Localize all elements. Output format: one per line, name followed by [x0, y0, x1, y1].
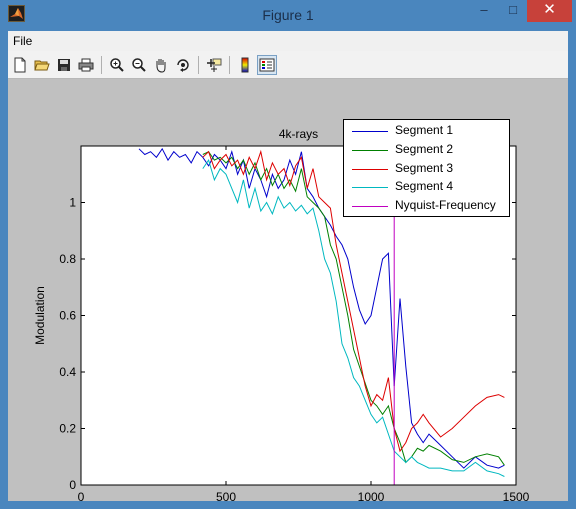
close-button[interactable]: ✕ [527, 0, 572, 22]
y-tick-label: 0.2 [59, 422, 76, 436]
legend-line-segment-1 [352, 131, 388, 132]
legend-line-segment-2 [352, 150, 388, 151]
x-tick-label: 0 [78, 490, 85, 501]
toolbar-separator [229, 56, 230, 74]
colorbar-icon[interactable] [235, 55, 255, 75]
menu-bar: File [8, 31, 568, 51]
zoom-in-icon[interactable] [107, 55, 127, 75]
toolbar-separator [198, 56, 199, 74]
figure-window: Figure 1 – □ ✕ File 0 500 1000 1500 0 0.… [0, 0, 576, 509]
legend-item: Segment 2 [344, 141, 509, 159]
legend-label: Segment 2 [395, 142, 454, 156]
legend-line-segment-3 [352, 169, 388, 170]
chart-legend[interactable]: Segment 1 Segment 2 Segment 3 Segment 4 … [343, 119, 510, 217]
legend-item: Segment 1 [344, 122, 509, 140]
x-tick-label: 1000 [358, 490, 385, 501]
open-file-icon[interactable] [32, 55, 52, 75]
legend-item: Segment 4 [344, 178, 509, 196]
y-tick-label: 0.4 [59, 365, 76, 379]
zoom-out-icon[interactable] [129, 55, 149, 75]
print-icon[interactable] [76, 55, 96, 75]
legend-icon[interactable] [257, 55, 277, 75]
rotate-3d-icon[interactable] [173, 55, 193, 75]
pan-icon[interactable] [151, 55, 171, 75]
legend-line-nyquist-frequency [352, 206, 388, 207]
figure-canvas: 05001000150000.20.40.60.814k-raysResolut… [8, 79, 568, 501]
chart-title: 4k-rays [279, 127, 318, 141]
figure-client-area: File 0 500 1000 1500 0 0.2 0.4 0.6 0.8 1… [8, 31, 568, 501]
menu-file[interactable]: File [13, 34, 32, 48]
legend-item: Nyquist-Frequency [344, 197, 509, 215]
data-cursor-icon[interactable] [204, 55, 224, 75]
legend-item: Segment 3 [344, 160, 509, 178]
legend-line-segment-4 [352, 187, 388, 188]
x-tick-label: 1500 [503, 490, 530, 501]
y-tick-label: 0.8 [59, 252, 76, 266]
new-figure-icon[interactable] [10, 55, 30, 75]
y-tick-label: 1 [69, 196, 76, 210]
x-tick-label: 500 [216, 490, 236, 501]
legend-label: Segment 1 [395, 123, 454, 137]
save-icon[interactable] [54, 55, 74, 75]
legend-label: Segment 4 [395, 179, 454, 193]
legend-label: Segment 3 [395, 161, 454, 175]
y-tick-label: 0.6 [59, 309, 76, 323]
maximize-button[interactable]: □ [499, 0, 527, 22]
minimize-button[interactable]: – [470, 0, 498, 22]
figure-toolbar [8, 51, 568, 79]
legend-label: Nyquist-Frequency [395, 198, 496, 212]
y-tick-label: 0 [69, 478, 76, 492]
title-bar[interactable]: Figure 1 – □ ✕ [0, 0, 576, 31]
toolbar-separator [101, 56, 102, 74]
y-axis-label: Modulation [33, 286, 47, 345]
